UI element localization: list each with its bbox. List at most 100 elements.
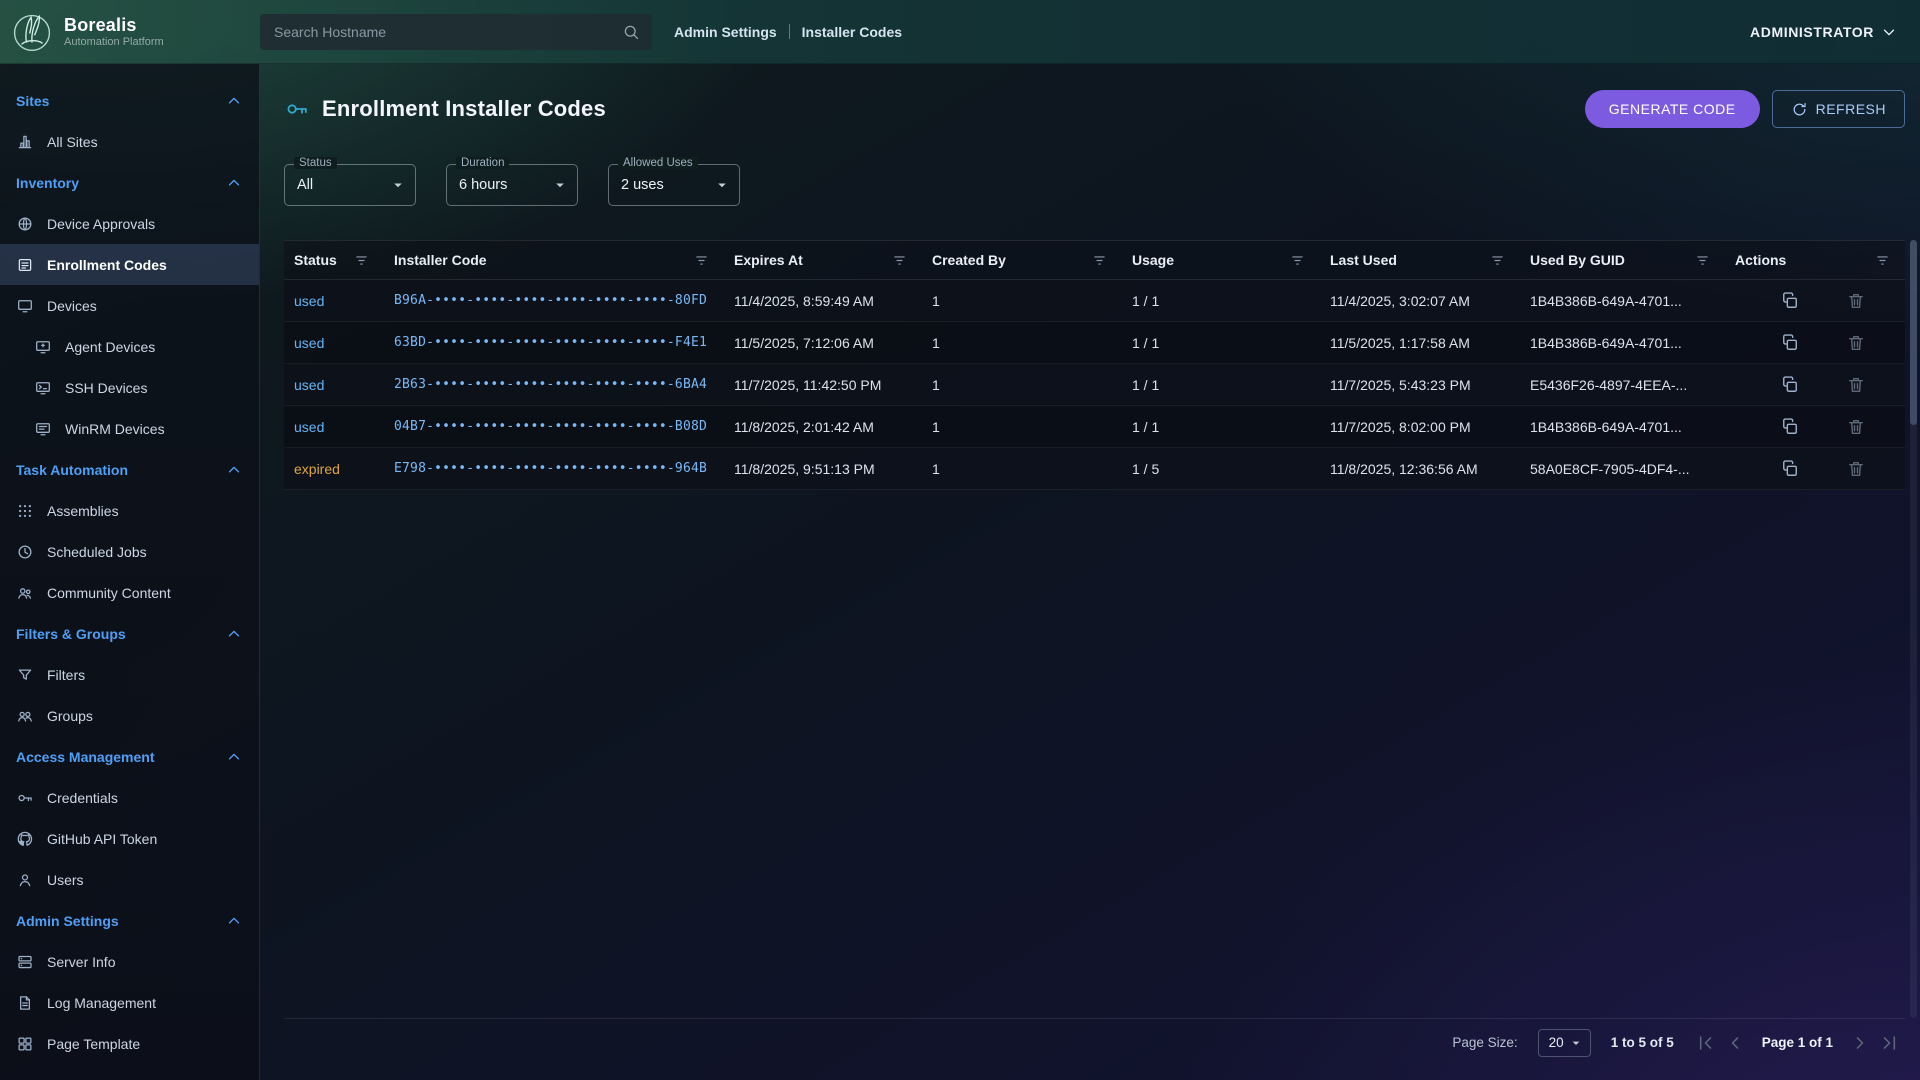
- table-row[interactable]: used2B63-••••-••••-••••-••••-••••-••••-6…: [284, 364, 1905, 406]
- sidebar-item-community-content[interactable]: Community Content: [0, 572, 259, 613]
- caret-down-icon: [389, 176, 407, 194]
- sidebar-section-sites[interactable]: Sites: [0, 80, 259, 121]
- filter-icon[interactable]: [1289, 252, 1306, 269]
- sidebar-item-all-sites[interactable]: All Sites: [0, 121, 259, 162]
- filter-select-duration[interactable]: Duration6 hours: [446, 164, 578, 206]
- table-body: usedB96A-••••-••••-••••-••••-••••-••••-8…: [284, 280, 1905, 490]
- sidebar-item-ssh-devices[interactable]: SSH Devices: [0, 367, 259, 408]
- cell-used-by-guid: E5436F26-4897-4EEA-...: [1520, 377, 1725, 393]
- sidebar-section-task-automation[interactable]: Task Automation: [0, 449, 259, 490]
- device-approvals-icon: [16, 215, 34, 233]
- sidebar-item-users[interactable]: Users: [0, 859, 259, 900]
- sidebar-item-agent-devices[interactable]: Agent Devices: [0, 326, 259, 367]
- filter-icon[interactable]: [1694, 252, 1711, 269]
- cell-actions: [1725, 291, 1905, 311]
- content: SitesAll SitesInventory Device Approvals E…: [0, 64, 1920, 1080]
- sidebar-item-devices[interactable]: Devices: [0, 285, 259, 326]
- last-page-button[interactable]: [1879, 1032, 1901, 1054]
- prev-page-button[interactable]: [1724, 1032, 1746, 1054]
- column-header-actions[interactable]: Actions: [1725, 252, 1905, 269]
- table-row[interactable]: expiredE798-••••-••••-••••-••••-••••-•••…: [284, 448, 1905, 490]
- sidebar-item-log-management[interactable]: Log Management: [0, 982, 259, 1023]
- delete-code-button[interactable]: [1846, 459, 1866, 479]
- chevron-up-icon: [225, 912, 243, 930]
- sidebar-item-label: Device Approvals: [47, 216, 155, 232]
- sidebar-item-label: Page Template: [47, 1036, 140, 1052]
- table-row[interactable]: used04B7-••••-••••-••••-••••-••••-••••-B…: [284, 406, 1905, 448]
- sidebar-item-label: Agent Devices: [65, 339, 155, 355]
- filter-select-allowed-uses[interactable]: Allowed Uses2 uses: [608, 164, 740, 206]
- sidebar-item-device-approvals[interactable]: Device Approvals: [0, 203, 259, 244]
- column-header-created-by[interactable]: Created By: [922, 252, 1122, 269]
- sidebar-section-inventory[interactable]: Inventory: [0, 162, 259, 203]
- column-header-last-used[interactable]: Last Used: [1320, 252, 1520, 269]
- column-header-label: Actions: [1735, 252, 1786, 268]
- brand[interactable]: Borealis Automation Platform: [0, 10, 260, 54]
- filter-icon[interactable]: [693, 252, 710, 269]
- copy-code-button[interactable]: [1780, 333, 1800, 353]
- server-info-icon: [16, 953, 34, 971]
- filter-select-status[interactable]: StatusAll: [284, 164, 416, 206]
- sidebar-nav: SitesAll SitesInventory Device Approvals E…: [0, 64, 260, 1080]
- assemblies-icon: [16, 502, 34, 520]
- credentials-icon: [16, 789, 34, 807]
- copy-code-button[interactable]: [1780, 375, 1800, 395]
- column-header-used-by-guid[interactable]: Used By GUID: [1520, 252, 1725, 269]
- table-row[interactable]: used63BD-••••-••••-••••-••••-••••-••••-F…: [284, 322, 1905, 364]
- sidebar-item-github-api-token[interactable]: GitHub API Token: [0, 818, 259, 859]
- winrm-devices-icon: [34, 420, 52, 438]
- sidebar-item-label: GitHub API Token: [47, 831, 157, 847]
- filter-icon[interactable]: [353, 252, 370, 269]
- sidebar-item-filters[interactable]: Filters: [0, 654, 259, 695]
- delete-code-button[interactable]: [1846, 291, 1866, 311]
- user-menu-label: ADMINISTRATOR: [1750, 24, 1874, 40]
- refresh-button[interactable]: REFRESH: [1772, 90, 1905, 128]
- column-header-usage[interactable]: Usage: [1122, 252, 1320, 269]
- sidebar-item-enrollment-codes[interactable]: Enrollment Codes: [0, 244, 259, 285]
- sidebar-item-label: Devices: [47, 298, 97, 314]
- delete-code-button[interactable]: [1846, 375, 1866, 395]
- sidebar-item-groups[interactable]: Groups: [0, 695, 259, 736]
- sidebar-section-access-management[interactable]: Access Management: [0, 736, 259, 777]
- delete-code-button[interactable]: [1846, 333, 1866, 353]
- topbar: Borealis Automation Platform Admin Setti…: [0, 0, 1920, 64]
- user-menu[interactable]: ADMINISTRATOR: [1750, 23, 1898, 41]
- sidebar-item-credentials[interactable]: Credentials: [0, 777, 259, 818]
- table-row[interactable]: usedB96A-••••-••••-••••-••••-••••-••••-8…: [284, 280, 1905, 322]
- filter-icon[interactable]: [891, 252, 908, 269]
- column-header-expires-at[interactable]: Expires At: [724, 252, 922, 269]
- table-scrollbar-thumb[interactable]: [1910, 240, 1917, 425]
- column-header-label: Created By: [932, 252, 1006, 268]
- breadcrumb-item-admin-settings[interactable]: Admin Settings: [674, 24, 777, 40]
- table-scrollbar[interactable]: [1910, 240, 1917, 1018]
- sidebar-item-label: Assemblies: [47, 503, 119, 519]
- next-page-button[interactable]: [1849, 1032, 1871, 1054]
- sidebar-item-assemblies[interactable]: Assemblies: [0, 490, 259, 531]
- first-page-button[interactable]: [1694, 1032, 1716, 1054]
- brand-subtitle: Automation Platform: [64, 36, 164, 49]
- sidebar-item-label: WinRM Devices: [65, 421, 165, 437]
- filter-icon[interactable]: [1489, 252, 1506, 269]
- delete-code-button[interactable]: [1846, 417, 1866, 437]
- generate-code-button[interactable]: GENERATE CODE: [1585, 90, 1760, 128]
- sidebar-item-winrm-devices[interactable]: WinRM Devices: [0, 408, 259, 449]
- filter-icon[interactable]: [1874, 252, 1891, 269]
- cell-installer-code: 2B63-••••-••••-••••-••••-••••-••••-6BA4: [384, 377, 724, 392]
- copy-code-button[interactable]: [1780, 459, 1800, 479]
- page-size-select[interactable]: 20: [1538, 1029, 1591, 1057]
- column-header-status[interactable]: Status: [284, 252, 384, 269]
- search-input[interactable]: [272, 23, 614, 41]
- sidebar-item-scheduled-jobs[interactable]: Scheduled Jobs: [0, 531, 259, 572]
- sidebar-section-filters-groups[interactable]: Filters & Groups: [0, 613, 259, 654]
- breadcrumb-item-installer-codes[interactable]: Installer Codes: [802, 24, 902, 40]
- copy-code-button[interactable]: [1780, 291, 1800, 311]
- column-header-label: Usage: [1132, 252, 1174, 268]
- sidebar-section-admin-settings[interactable]: Admin Settings: [0, 900, 259, 941]
- sidebar-item-server-info[interactable]: Server Info: [0, 941, 259, 982]
- copy-code-button[interactable]: [1780, 417, 1800, 437]
- sidebar-item-page-template[interactable]: Page Template: [0, 1023, 259, 1064]
- cell-installer-code: 63BD-••••-••••-••••-••••-••••-••••-F4E1: [384, 335, 724, 350]
- filter-icon[interactable]: [1091, 252, 1108, 269]
- column-header-installer-code[interactable]: Installer Code: [384, 252, 724, 269]
- caret-down-icon: [713, 176, 731, 194]
